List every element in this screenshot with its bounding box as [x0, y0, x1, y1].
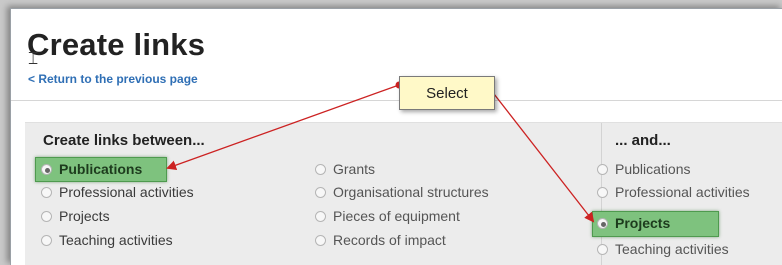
arrow-to-publications [166, 84, 400, 171]
annotation-arrows [166, 81, 595, 223]
arrow-to-projects [486, 84, 595, 223]
browser-viewport: Create links ⌶ < Return to the previous … [10, 8, 782, 265]
select-callout: Select [399, 76, 495, 110]
